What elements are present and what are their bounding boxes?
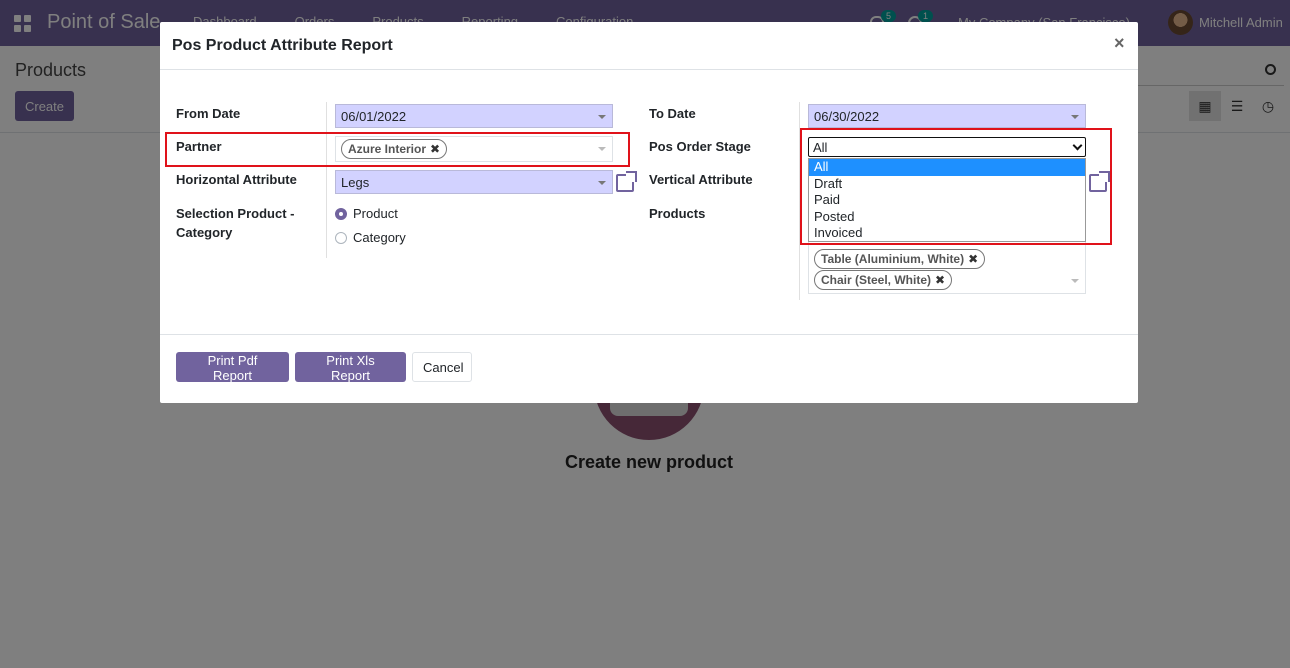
horizontal-attribute-value: Legs [341,175,370,190]
to-date-field[interactable]: 06/30/2022 [808,104,1086,128]
left-column-divider [326,102,327,258]
cancel-button[interactable]: Cancel [412,352,472,382]
dialog-header: Pos Product Attribute Report × [160,22,1138,70]
chevron-down-icon [1071,115,1079,119]
product-tag: Table (Aluminium, White) ✖ [814,249,986,269]
horizontal-attribute-label: Horizontal Attribute [176,172,297,187]
print-xls-button[interactable]: Print Xls Report [295,352,406,383]
products-label: Products [649,206,706,221]
close-icon[interactable]: × [1114,33,1125,54]
radio-category[interactable] [335,232,347,244]
report-dialog: Pos Product Attribute Report × From Date… [160,22,1138,403]
from-date-label: From Date [176,106,241,121]
order-stage-label: Pos Order Stage [649,139,751,154]
dialog-title: Pos Product Attribute Report [172,37,393,54]
chevron-down-icon [598,181,606,185]
chevron-down-icon [1071,279,1079,283]
selection-label: Selection Product - [176,206,295,221]
dialog-footer: Print Pdf Report Print Xls Report Cancel [160,334,1138,403]
from-date-value: 06/01/2022 [341,109,407,124]
radio-category-label[interactable]: Category [353,230,406,245]
partner-highlight-box [165,132,630,167]
radio-product-label[interactable]: Product [353,206,398,221]
print-pdf-button[interactable]: Print Pdf Report [176,352,289,383]
product-tag-label: Chair (Steel, White) [821,273,932,287]
vertical-attribute-label: Vertical Attribute [649,172,753,187]
to-date-label: To Date [649,106,696,121]
product-tag-label: Table (Aluminium, White) [821,252,965,266]
remove-tag-icon[interactable]: ✖ [935,273,945,287]
from-date-field[interactable]: 06/01/2022 [335,104,613,128]
remove-tag-icon[interactable]: ✖ [968,252,978,266]
selection-label-line2: Category [176,225,233,240]
product-tag: Chair (Steel, White) ✖ [814,270,953,290]
to-date-value: 06/30/2022 [814,109,880,124]
external-link-icon[interactable] [616,171,637,192]
order-stage-highlight-box [800,128,1112,245]
chevron-down-icon [598,115,606,119]
horizontal-attribute-field[interactable]: Legs [335,170,613,194]
radio-product[interactable] [335,208,347,220]
